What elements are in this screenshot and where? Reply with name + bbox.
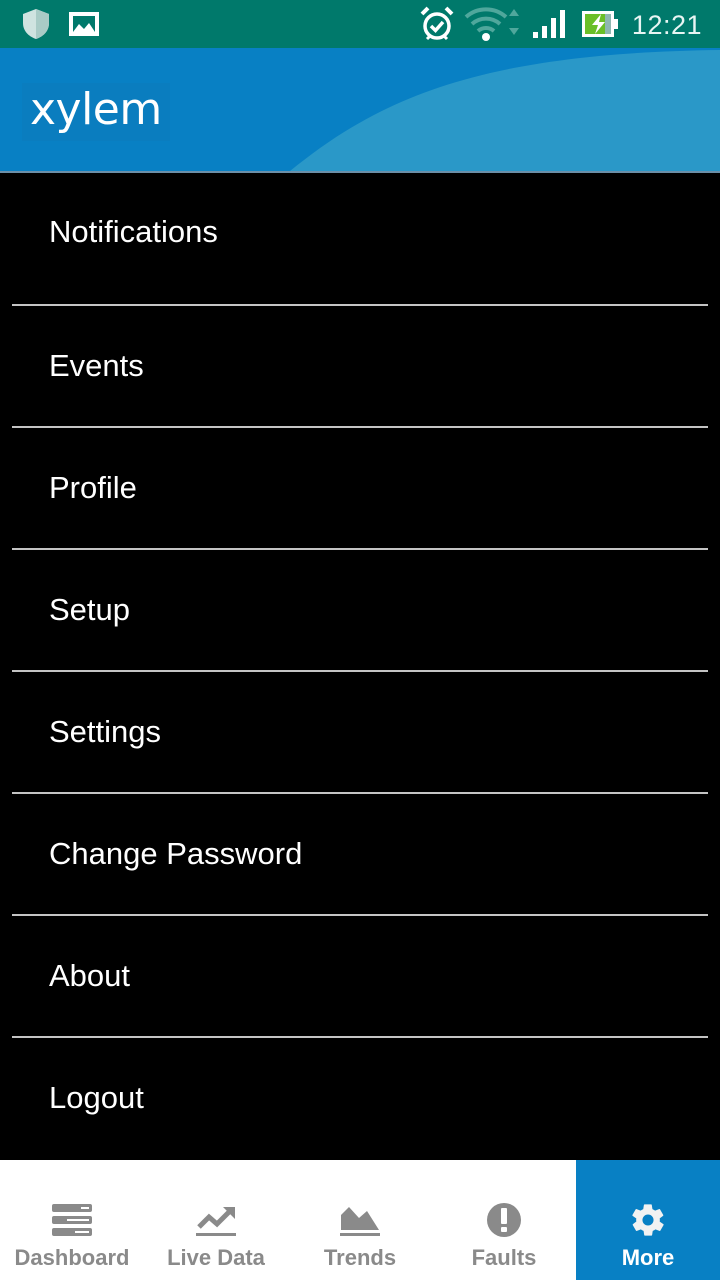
menu-item-settings[interactable]: Settings bbox=[0, 672, 720, 792]
tab-trends[interactable]: Trends bbox=[288, 1160, 432, 1280]
image-icon bbox=[68, 0, 100, 48]
menu-item-label: Notifications bbox=[49, 214, 218, 249]
signal-icon bbox=[532, 0, 566, 48]
gear-icon bbox=[629, 1200, 667, 1240]
menu-item-label: Profile bbox=[49, 470, 137, 505]
battery-charging-icon bbox=[580, 0, 620, 48]
menu-item-events[interactable]: Events bbox=[0, 306, 720, 426]
menu-item-label: Change Password bbox=[49, 836, 303, 871]
clock: 12:21 bbox=[631, 10, 702, 40]
tab-more[interactable]: More bbox=[576, 1160, 720, 1280]
menu-item-about[interactable]: About bbox=[0, 916, 720, 1036]
app-header: xylem bbox=[0, 48, 720, 173]
tab-label: Faults bbox=[471, 1245, 537, 1270]
status-bar: 12:21 bbox=[0, 0, 720, 48]
bottom-nav: Dashboard Live Data Trends Faults More bbox=[0, 1160, 720, 1280]
dashboard-icon bbox=[51, 1200, 93, 1240]
area-chart-icon bbox=[339, 1200, 381, 1240]
menu-item-profile[interactable]: Profile bbox=[0, 428, 720, 548]
tab-label: Live Data bbox=[167, 1245, 265, 1270]
alarm-icon bbox=[418, 0, 456, 48]
tab-live-data[interactable]: Live Data bbox=[144, 1160, 288, 1280]
alert-circle-icon bbox=[486, 1200, 522, 1240]
tab-dashboard[interactable]: Dashboard bbox=[0, 1160, 144, 1280]
more-menu: Notifications Events Profile Setup Setti… bbox=[0, 173, 720, 1160]
menu-item-label: Logout bbox=[49, 1080, 144, 1115]
menu-item-label: About bbox=[49, 958, 131, 993]
menu-item-label: Setup bbox=[49, 592, 131, 627]
tab-label: More bbox=[621, 1245, 675, 1270]
menu-item-notifications[interactable]: Notifications bbox=[0, 173, 720, 304]
menu-item-logout[interactable]: Logout bbox=[0, 1038, 720, 1158]
tab-faults[interactable]: Faults bbox=[432, 1160, 576, 1280]
menu-item-label: Events bbox=[49, 348, 144, 383]
tab-label: Trends bbox=[323, 1245, 397, 1270]
wifi-icon bbox=[464, 0, 522, 48]
menu-item-label: Settings bbox=[49, 714, 162, 749]
menu-item-setup[interactable]: Setup bbox=[0, 550, 720, 670]
tab-label: Dashboard bbox=[14, 1245, 130, 1270]
shield-icon bbox=[20, 0, 52, 48]
menu-item-change-password[interactable]: Change Password bbox=[0, 794, 720, 914]
trending-up-icon bbox=[195, 1200, 237, 1240]
xylem-logo: xylem bbox=[22, 83, 170, 141]
